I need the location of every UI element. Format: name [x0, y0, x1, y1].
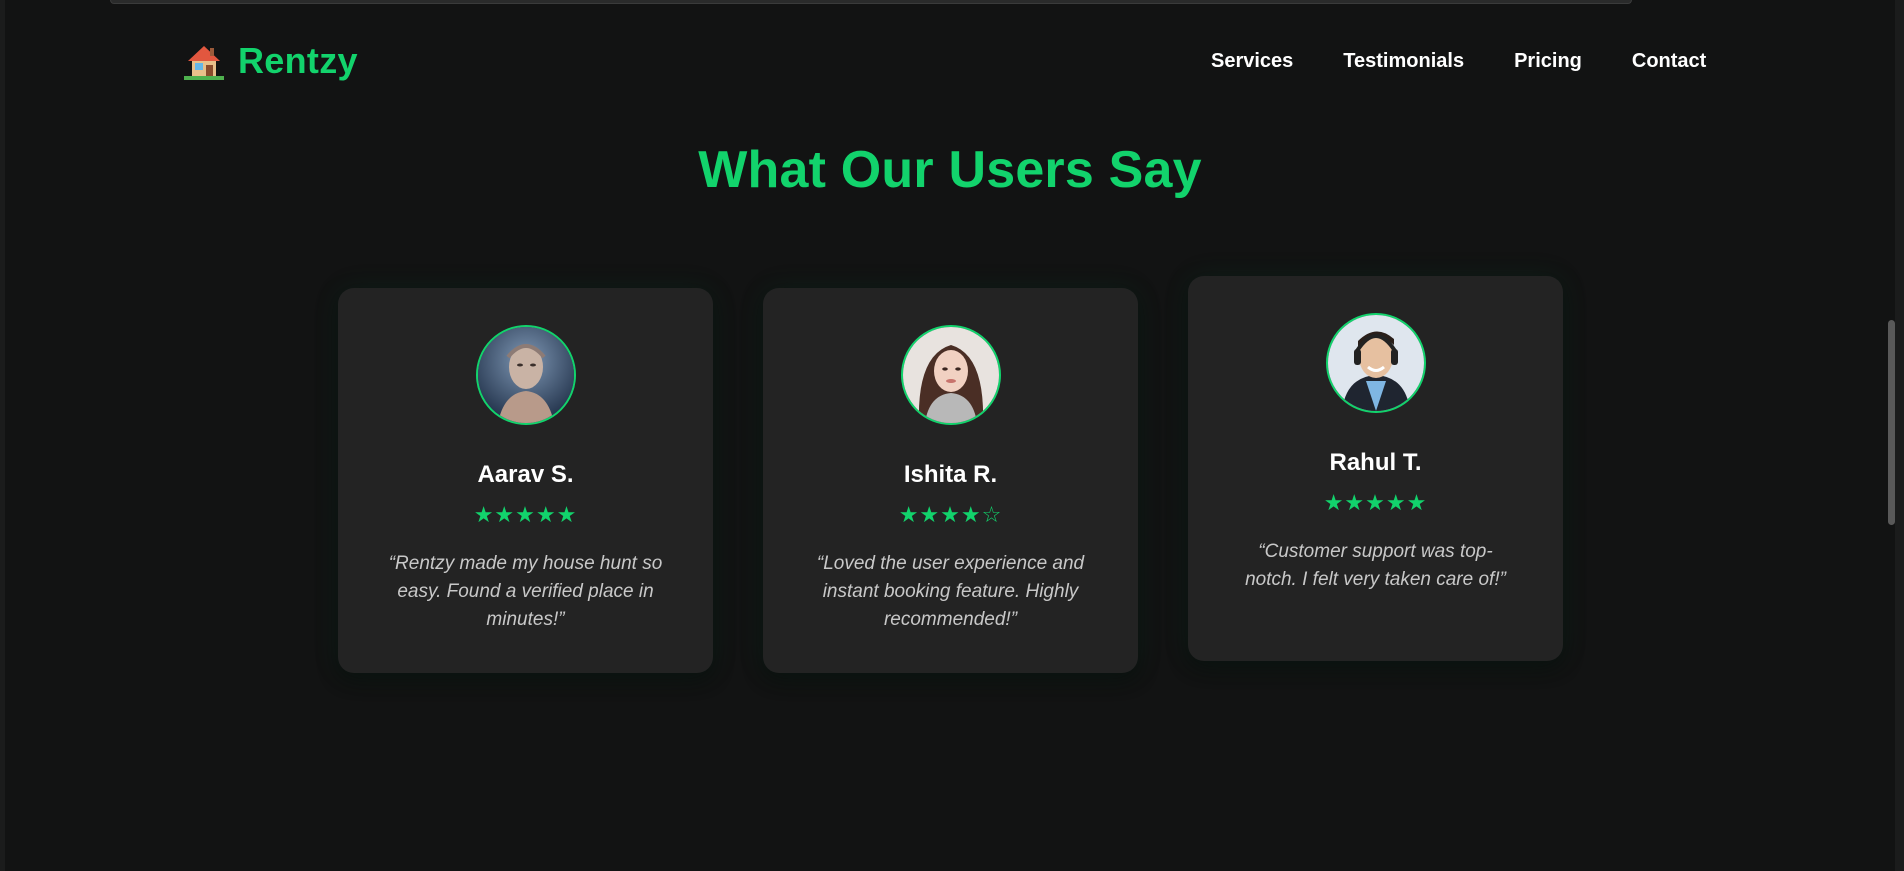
nav-link-services[interactable]: Services: [1211, 50, 1293, 73]
testimonial-name: Aarav S.: [477, 461, 574, 488]
rating-stars: ★★★★★: [473, 503, 578, 528]
brand-logo[interactable]: Rentzy: [184, 40, 358, 82]
nav-link-contact[interactable]: Contact: [1632, 50, 1706, 73]
vertical-scrollbar[interactable]: [1888, 320, 1895, 525]
testimonial-name: Rahul T.: [1329, 449, 1422, 476]
navbar: Rentzy Services Testimonials Pricing Con…: [5, 30, 1895, 96]
avatar: [1326, 313, 1426, 413]
brand-name: Rentzy: [238, 40, 358, 81]
avatar: [901, 325, 1001, 425]
testimonial-card: Aarav S. ★★★★★ “Rentzy made my house hun…: [338, 288, 713, 673]
rating-stars: ★★★★☆: [898, 503, 1003, 528]
section-title: What Our Users Say: [698, 141, 1202, 199]
browser-viewport: Rentzy Services Testimonials Pricing Con…: [5, 0, 1895, 871]
top-bar-edge: [110, 0, 1632, 4]
testimonial-quote: “Customer support was top-notch. I felt …: [1245, 541, 1506, 590]
rating-stars: ★★★★★: [1323, 491, 1428, 516]
nav-link-pricing[interactable]: Pricing: [1514, 50, 1582, 73]
testimonial-card: Ishita R. ★★★★☆ “Loved the user experien…: [763, 288, 1138, 673]
testimonial-name: Ishita R.: [903, 461, 998, 488]
main-nav: Services Testimonials Pricing Contact: [1211, 50, 1756, 73]
testimonial-card: Rahul T. ★★★★★ “Customer support was top…: [1188, 276, 1563, 661]
testimonial-quote: “Rentzy made my house hunt so easy. Foun…: [388, 553, 663, 630]
house-icon: [184, 41, 224, 81]
avatar: [476, 325, 576, 425]
testimonial-quote: “Loved the user experience and instant b…: [816, 553, 1085, 630]
nav-link-testimonials[interactable]: Testimonials: [1343, 50, 1464, 73]
